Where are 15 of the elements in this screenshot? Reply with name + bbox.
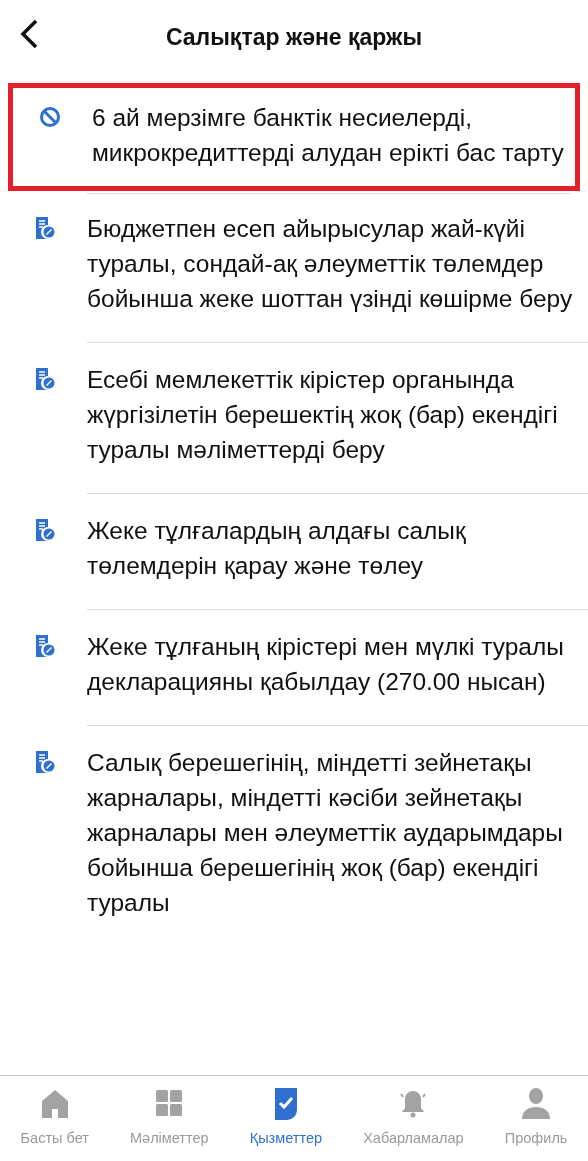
no-entry-icon — [39, 106, 61, 128]
service-link[interactable]: Есебі мемлекеттік кірістер органында жүргізілетін берешектің жоқ (бар) екендігі туралы мәліметтерді беру — [87, 362, 574, 467]
service-link[interactable]: Жеке тұлғалардың алдағы салық төлемдерін қарау және төлеу — [87, 513, 574, 583]
document-icon — [34, 368, 56, 390]
service-link[interactable]: 6 ай мерзімге банктік несиелерді, микрокредиттерді алудан ерікті бас тарту — [92, 100, 567, 170]
document-icon — [34, 519, 56, 541]
document-icon — [34, 635, 56, 657]
service-link[interactable]: Салық берешегінің, міндетті зейнетақы жарналары, міндетті кәсіби зейнетақы жарналары мен әлеуметтік аударымдары бойынша берешегінің жоқ (бар) екендігі туралы — [87, 745, 574, 920]
service-link[interactable]: Бюджетпен есеп айырысулар жай-күйі туралы, сондай-ақ әлеуметтік төлемдер бойынша жеке шоттан үзінді көшірме беру — [87, 211, 574, 316]
screen-title: Салықтар және қаржы — [165, 23, 423, 53]
document-icon — [34, 751, 56, 773]
document-icon — [34, 217, 56, 239]
tab-button[interactable]: Қызметтер — [249, 1086, 323, 1150]
service-link[interactable]: Жеке тұлғаның кірістері мен мүлкі туралы декларацияны қабылдау (270.00 нысан) — [87, 629, 574, 699]
back-icon[interactable] — [18, 18, 40, 50]
